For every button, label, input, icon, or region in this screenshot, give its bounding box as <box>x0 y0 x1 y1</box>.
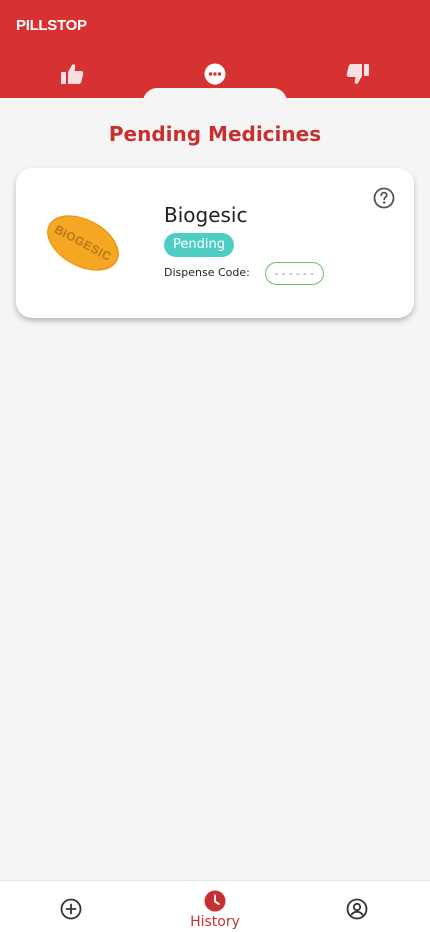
app: PILLSTOP Pending Medicines BIOGESIC Biog… <box>0 0 430 932</box>
active-tab-indicator <box>143 88 287 102</box>
more-dots-icon <box>204 63 226 85</box>
app-brand: PILLSTOP <box>16 17 87 34</box>
dispense-code-value: ------ <box>265 262 324 285</box>
app-header: PILLSTOP <box>0 0 430 102</box>
thumbs-down-icon <box>346 64 369 84</box>
question-circle-icon[interactable] <box>373 187 395 209</box>
tab-approved[interactable] <box>57 60 87 88</box>
bottom-nav: History <box>0 880 430 932</box>
medicine-name: Biogesic <box>164 203 248 227</box>
clock-icon <box>204 890 226 912</box>
medicine-card[interactable]: BIOGESIC Biogesic Pending Dispense Code:… <box>16 168 414 318</box>
dispense-code-label: Dispense Code: <box>164 266 250 279</box>
pill-image: BIOGESIC <box>47 215 119 271</box>
nav-profile-button[interactable] <box>346 881 370 932</box>
nav-add-button[interactable] <box>60 881 84 932</box>
nav-history-label: History <box>190 914 240 930</box>
thumbs-up-icon <box>61 64 84 84</box>
user-circle-icon <box>346 898 368 920</box>
tab-pending[interactable] <box>200 60 230 88</box>
nav-history-button[interactable]: History <box>180 881 250 932</box>
plus-circle-icon <box>60 898 82 920</box>
section-title: Pending Medicines <box>108 122 322 146</box>
status-badge: Pending <box>164 233 234 257</box>
tab-rejected[interactable] <box>343 60 373 88</box>
